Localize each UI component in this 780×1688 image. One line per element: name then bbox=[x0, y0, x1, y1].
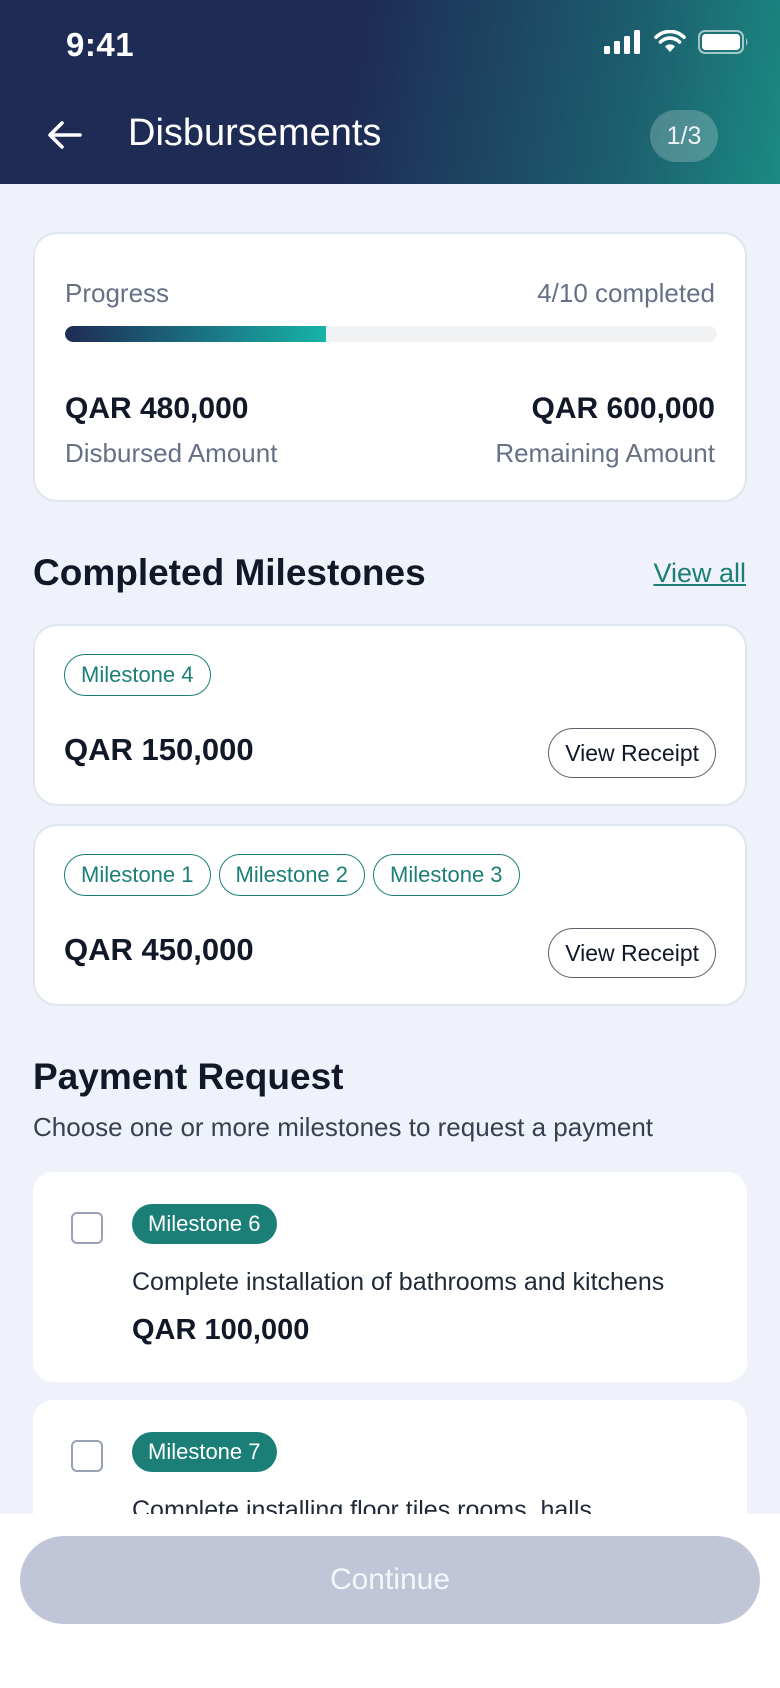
milestone-tag: Milestone 3 bbox=[373, 854, 520, 896]
back-button[interactable] bbox=[40, 110, 90, 160]
payment-request-title: Payment Request bbox=[33, 1056, 344, 1097]
milestone-tag: Milestone 4 bbox=[64, 654, 211, 696]
milestone-amount: QAR 150,000 bbox=[64, 732, 254, 767]
wifi-icon bbox=[654, 30, 686, 52]
bottom-action-bar: Continue bbox=[0, 1514, 780, 1688]
page-title: Disbursements bbox=[128, 112, 382, 154]
completed-milestone-card: Milestone 4 QAR 150,000 View Receipt bbox=[33, 624, 747, 806]
remaining-amount-label: Remaining Amount bbox=[495, 438, 715, 468]
disbursed-amount: QAR 480,000 bbox=[65, 392, 249, 425]
progress-bar-fill bbox=[65, 326, 326, 342]
continue-button[interactable]: Continue bbox=[20, 1536, 760, 1624]
milestone-amount: QAR 450,000 bbox=[64, 932, 254, 967]
milestone-checkbox[interactable] bbox=[71, 1440, 103, 1472]
progress-count: 4/10 completed bbox=[537, 278, 715, 308]
completed-milestone-card: Milestone 1 Milestone 2 Milestone 3 QAR … bbox=[33, 824, 747, 1006]
milestone-tag: Milestone 6 bbox=[132, 1204, 277, 1244]
remaining-amount: QAR 600,000 bbox=[531, 392, 715, 425]
progress-bar bbox=[65, 326, 717, 342]
status-time: 9:41 bbox=[66, 26, 135, 63]
view-receipt-button[interactable]: View Receipt bbox=[548, 728, 716, 778]
arrow-left-icon bbox=[48, 121, 82, 149]
disbursed-amount-label: Disbursed Amount bbox=[65, 438, 278, 468]
view-receipt-button[interactable]: View Receipt bbox=[548, 928, 716, 978]
milestone-amount: QAR 100,000 bbox=[132, 1314, 310, 1346]
battery-icon bbox=[698, 30, 748, 54]
progress-card: Progress 4/10 completed QAR 480,000 Disb… bbox=[33, 232, 747, 502]
app-header: 9:41 Disbursements 1/3 bbox=[0, 0, 780, 184]
milestone-tag: Milestone 2 bbox=[218, 854, 366, 896]
step-indicator: 1/3 bbox=[650, 110, 718, 162]
milestone-tag: Milestone 7 bbox=[132, 1432, 277, 1472]
milestone-tag: Milestone 1 bbox=[64, 854, 211, 896]
milestone-description: Complete installation of bathrooms and k… bbox=[132, 1268, 665, 1296]
completed-milestones-title: Completed Milestones bbox=[33, 552, 426, 593]
status-icons bbox=[604, 30, 750, 54]
milestone-tags: Milestone 4 bbox=[64, 654, 211, 696]
progress-label: Progress bbox=[65, 278, 170, 308]
milestone-checkbox[interactable] bbox=[71, 1212, 103, 1244]
payment-request-subtitle: Choose one or more milestones to request… bbox=[33, 1112, 654, 1142]
payment-request-item[interactable]: Milestone 6 Complete installation of bat… bbox=[33, 1172, 747, 1382]
view-all-link[interactable]: View all bbox=[653, 558, 746, 589]
signal-icon bbox=[604, 30, 640, 54]
milestone-tags: Milestone 1 Milestone 2 Milestone 3 bbox=[64, 854, 520, 896]
